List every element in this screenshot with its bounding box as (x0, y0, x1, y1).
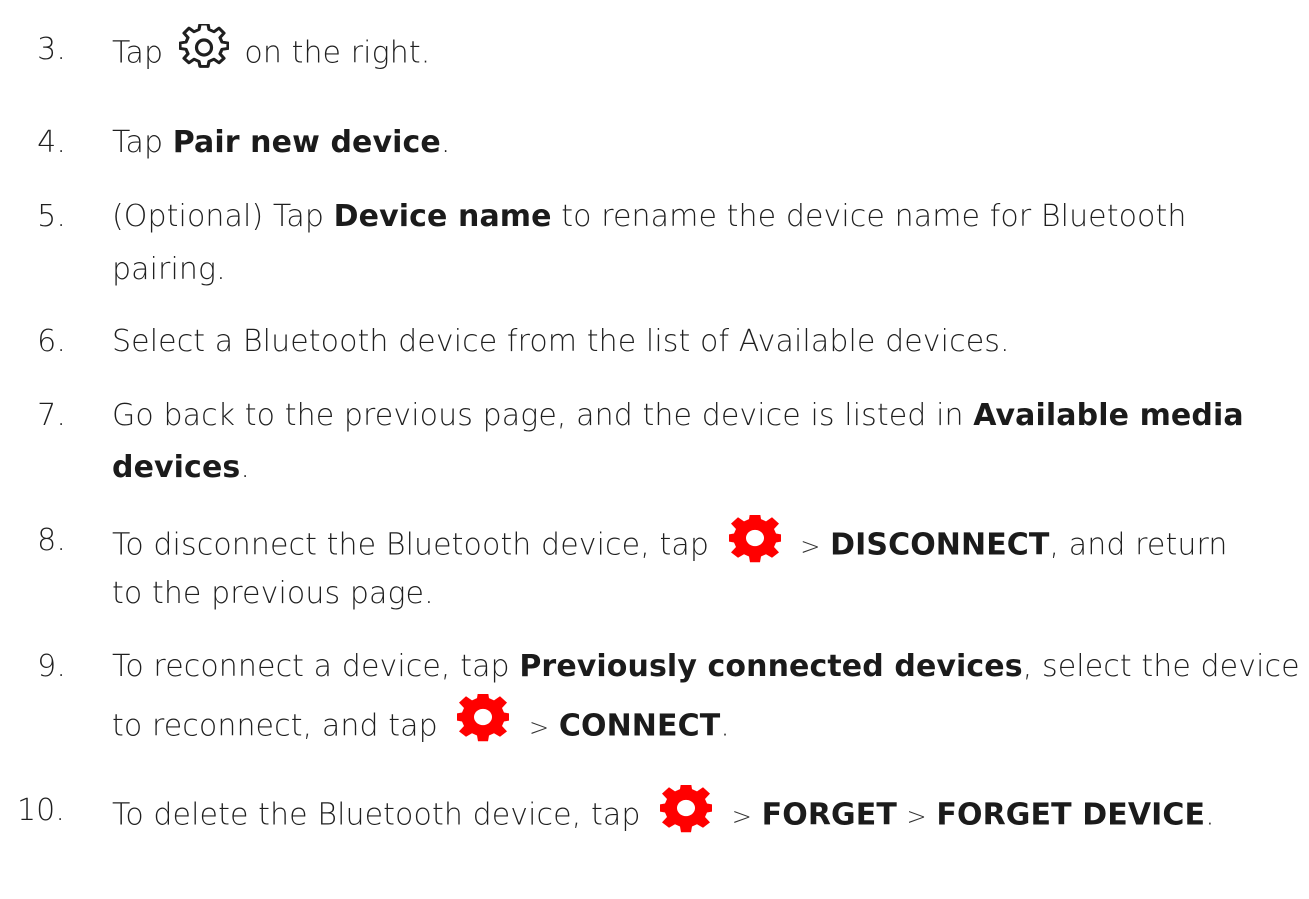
ui-term-device-name: Device name (333, 199, 552, 234)
step-text: Tap on the right. (112, 24, 430, 78)
step-text: To delete the Bluetooth device, tap > FO… (112, 785, 1215, 841)
ui-term-available-media: Available media (973, 398, 1244, 433)
step-number: 7. (37, 398, 66, 433)
step-number: 3. (37, 32, 66, 67)
step-number: 8. (37, 523, 66, 558)
step-number: 9. (37, 649, 66, 684)
step-number: 4. (37, 125, 66, 160)
ui-term-connect: CONNECT (558, 708, 721, 744)
step-text: (Optional) Tap Device name to rename the… (112, 199, 1187, 234)
step-number: 10. (16, 793, 65, 828)
ui-term-disconnect: DISCONNECT (830, 527, 1050, 563)
ui-term-pair-new-device: Pair new device (172, 125, 441, 160)
step-text: Tap Pair new device. (112, 125, 451, 160)
step-text: To reconnect a device, tap Previously co… (112, 649, 1300, 684)
step-text: Select a Bluetooth device from the list … (112, 324, 1010, 359)
ui-term-devices: devices (112, 450, 241, 485)
gear-red-icon (457, 694, 510, 744)
step-number: 5. (37, 199, 66, 234)
gear-red-icon (728, 515, 781, 565)
step-text: Go back to the previous page, and the de… (112, 398, 1244, 433)
gear-red-icon (660, 785, 713, 835)
gear-outline-icon (178, 24, 229, 72)
instruction-list: 3. Tap on the right. 4. Tap Pair new dev… (0, 0, 1309, 899)
step-number: 6. (37, 324, 66, 359)
ui-term-forget: FORGET (761, 797, 897, 833)
step-text: To disconnect the Bluetooth device, tap … (112, 515, 1227, 571)
ui-term-forget-device: FORGET DEVICE (936, 797, 1206, 833)
ui-term-previously-connected: Previously connected devices (519, 649, 1023, 684)
